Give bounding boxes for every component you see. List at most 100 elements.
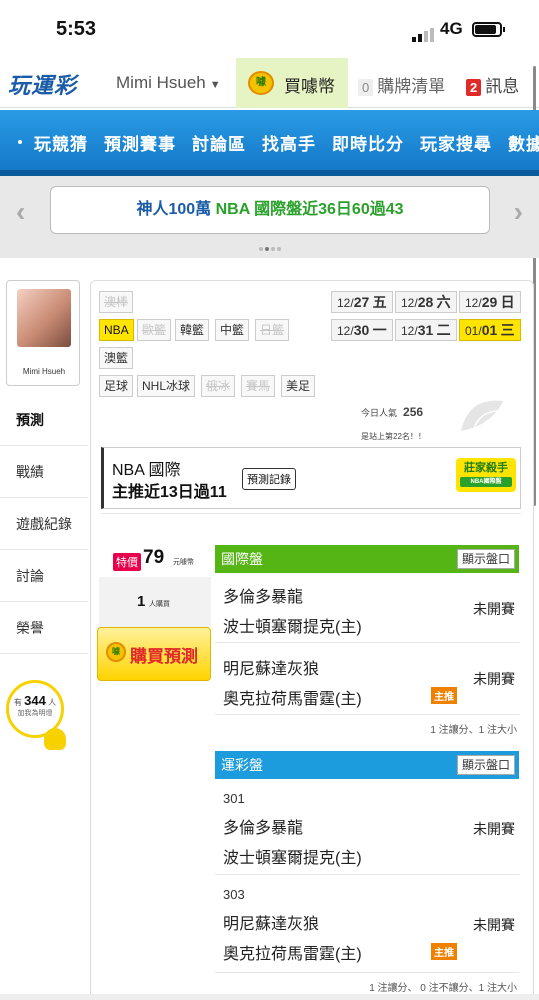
banner-text-record: NBA 國際盤近36日60過43 — [215, 201, 404, 218]
status-bar: 5:53 4G — [0, 0, 539, 58]
menu-item-live-scores[interactable]: 即時比分 — [332, 130, 404, 155]
clock: 5:53 — [56, 18, 97, 40]
leaf-decoration-icon — [461, 400, 503, 432]
profile-card[interactable]: Mimi Hsueh — [6, 280, 80, 386]
game-status: 未開賽 — [473, 821, 515, 837]
buyers-count: 1 — [137, 593, 146, 610]
menu-dot-icon — [18, 140, 22, 144]
screen: 5:53 4G 玩運彩 Mimi Hsueh ▼ 噱 買噱幣 0 購牌清單 2 訊息 … — [0, 0, 539, 1000]
coin-icon: 噱 — [248, 71, 274, 95]
date-tab[interactable]: 12/27 五 — [331, 291, 393, 313]
banner-carousel: ‹ 神人100萬 NBA 國際盤近36日60過43 › — [0, 176, 539, 258]
panel-header: 國際盤 顯示盤口 — [215, 545, 519, 573]
side-tab-game-log[interactable]: 遊戲紀錄 — [0, 498, 88, 550]
panel-title: 運彩盤 — [221, 757, 263, 773]
chevron-left-icon[interactable]: ‹ — [16, 196, 25, 228]
price: 79 — [143, 547, 165, 568]
prediction-content: 澳棒 NBA 歐籃 韓籃 中籃 日籃 澳籃 足球 NHL冰球 俄冰 賽馬 美足 … — [90, 280, 534, 1000]
side-tab-discussion[interactable]: 討論 — [0, 550, 88, 602]
messages-link[interactable]: 2 訊息 — [466, 72, 519, 97]
date-tab[interactable]: 12/28 六 — [395, 291, 457, 313]
game-status: 未開賽 — [473, 917, 515, 933]
banner-text-expert: 神人100萬 — [136, 201, 212, 218]
fans-count: 有 344 人 — [13, 693, 57, 708]
panel-sports-lottery: 運彩盤 顯示盤口 301 多倫多暴龍 波士頓塞爾提克(主) 未開賽 303 明尼… — [215, 751, 519, 1000]
sport-tag[interactable]: 中籃 — [215, 319, 250, 341]
sport-tag[interactable]: NHL冰球 — [137, 375, 196, 397]
date-tab[interactable]: 12/31 二 — [395, 319, 457, 341]
signal-icon — [412, 24, 436, 42]
bookie-killer-badge: 莊家殺手 NBA國際盤 — [456, 458, 516, 492]
follow-lamp-label: 加我為明燈 — [17, 710, 53, 717]
special-price-badge: 特價 — [113, 553, 141, 571]
game-row: 301 多倫多暴龍 波士頓塞爾提克(主) 未開賽 — [215, 779, 519, 875]
record-summary-text: 主推近13日過11 — [112, 484, 227, 501]
caret-down-icon: ▼ — [209, 79, 221, 91]
carousel-dots — [258, 238, 282, 256]
message-count-badge: 2 — [466, 79, 482, 96]
game-status: 未開賽 — [473, 671, 515, 687]
lightbulb-icon — [44, 728, 66, 750]
league-name: NBA 國際 — [112, 462, 181, 479]
side-tab-record[interactable]: 戰績 — [0, 446, 88, 498]
today-popularity: 今日人氣 256 — [361, 405, 424, 419]
game-row: 多倫多暴龍 波士頓塞爾提克(主) 未開賽 — [215, 573, 519, 643]
game-code: 303 — [223, 887, 245, 902]
menu-item-forum[interactable]: 討論區 — [192, 130, 246, 155]
profile-name: Mimi Hsueh — [22, 367, 66, 376]
price-unit: 元噱幣 — [173, 559, 194, 566]
date-tab-selected[interactable]: 01/01 三 — [459, 319, 521, 341]
site-logo[interactable]: 玩運彩 — [8, 68, 77, 100]
show-odds-button[interactable]: 顯示盤口 — [456, 549, 515, 569]
date-tab[interactable]: 12/29 日 — [459, 291, 521, 313]
main-pick-badge: 主推 — [431, 943, 457, 960]
sport-tag: 日籃 — [255, 319, 290, 341]
site-rank: 是站上第22名！！ — [361, 432, 426, 441]
cart-link[interactable]: 0 購牌清單 — [358, 72, 445, 97]
menu-item-experts[interactable]: 找高手 — [262, 130, 316, 155]
avatar — [17, 289, 71, 347]
messages-label: 訊息 — [485, 77, 520, 96]
cart-count-badge: 0 — [358, 79, 374, 96]
sport-tag[interactable]: 澳籃 — [99, 347, 134, 369]
side-tabs: 預測 戰績 遊戲紀錄 討論 榮譽 — [0, 394, 88, 654]
game-code: 301 — [223, 791, 245, 806]
banner-slide[interactable]: 神人100萬 NBA 國際盤近36日60過43 — [50, 186, 490, 234]
side-tab-honors[interactable]: 榮譽 — [0, 602, 88, 654]
buy-coin-button[interactable]: 噱 買噱幣 — [236, 58, 348, 108]
menu-item-predictions[interactable]: 預測賽事 — [104, 130, 176, 155]
main-pick-badge: 主推 — [431, 687, 457, 704]
panel-title: 國際盤 — [221, 551, 263, 567]
sport-tag[interactable]: 足球 — [99, 375, 134, 397]
prediction-history-button[interactable]: 預測記錄 — [242, 468, 296, 490]
battery-icon — [472, 22, 505, 37]
panel-header: 運彩盤 顯示盤口 — [215, 751, 519, 779]
buy-prediction-button[interactable]: 噱 購買預測 — [97, 627, 211, 681]
game-row: 303 明尼蘇達灰狼 奧克拉荷馬雷霆(主) 未開賽 主推 — [215, 875, 519, 973]
chevron-right-icon[interactable]: › — [514, 196, 523, 228]
buy-coin-label: 買噱幣 — [284, 77, 335, 96]
side-tab-predictions[interactable]: 預測 — [0, 394, 88, 446]
game-status: 未開賽 — [473, 601, 515, 617]
menu-item-play[interactable]: 玩競猜 — [34, 130, 88, 155]
coin-icon: 噱 — [106, 642, 126, 662]
menu-item-data[interactable]: 數據 — [508, 130, 539, 155]
network-type: 4G — [440, 19, 463, 38]
sport-tag[interactable]: 韓籃 — [175, 319, 210, 341]
user-menu[interactable]: Mimi Hsueh ▼ — [116, 73, 221, 93]
sport-tag[interactable]: 美足 — [281, 375, 316, 397]
sport-tag[interactable]: NBA — [99, 319, 134, 341]
divider — [101, 513, 521, 521]
main-menu: 玩競猜 預測賽事 討論區 找高手 即時比分 玩家搜尋 數據 — [0, 110, 539, 176]
date-tab[interactable]: 12/30 一 — [331, 319, 393, 341]
panel-international: 國際盤 顯示盤口 多倫多暴龍 波士頓塞爾提克(主) 未開賽 明尼蘇達灰狼 奧克拉… — [215, 545, 519, 742]
home-team: 波士頓塞爾提克(主) — [223, 850, 362, 867]
buy-prediction-label: 購買預測 — [130, 647, 198, 666]
menu-item-player-search[interactable]: 玩家搜尋 — [420, 130, 492, 155]
sport-tag: 俄冰 — [201, 375, 236, 397]
sport-tag: 歐籃 — [137, 319, 172, 341]
sport-tag: 賽馬 — [241, 375, 276, 397]
home-team: 奧克拉荷馬雷霆(主) — [223, 946, 362, 963]
cart-label: 購牌清單 — [377, 77, 446, 96]
show-odds-button[interactable]: 顯示盤口 — [456, 755, 515, 775]
